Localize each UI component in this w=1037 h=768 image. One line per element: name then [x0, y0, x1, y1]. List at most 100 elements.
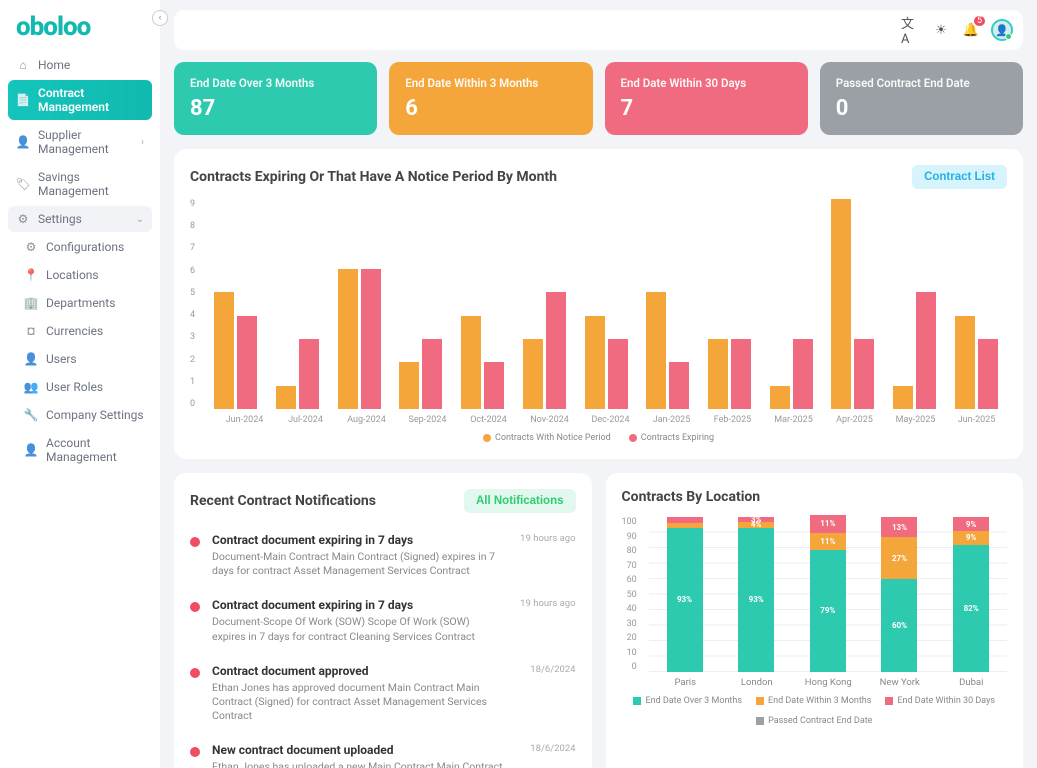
contract-list-button[interactable]: Contract List: [912, 165, 1007, 189]
kpi-value: 87: [190, 96, 361, 121]
sidebar-item-label: Settings: [38, 212, 82, 226]
bar-group: 82%9%9%: [935, 517, 1007, 672]
notification-list: Contract document expiring in 7 days Docu…: [190, 523, 576, 768]
legend-item: Contracts Expiring: [629, 433, 714, 443]
sidebar-item-savings-management[interactable]: 🏷 Savings Management: [8, 164, 152, 204]
legend-item: Passed Contract End Date: [756, 716, 872, 726]
pin-icon: 📍: [24, 268, 38, 282]
notification-item[interactable]: Contract document expiring in 7 daysDocu…: [190, 523, 576, 588]
sidebar-item-settings[interactable]: ⚙ Settings ⌄: [8, 206, 152, 232]
document-icon: 📄: [16, 93, 30, 107]
kpi-card[interactable]: Passed Contract End Date 0: [820, 62, 1023, 135]
status-dot: [190, 747, 200, 757]
bar-segment: 60%: [881, 579, 917, 672]
building-icon: 🏢: [24, 296, 38, 310]
sidebar-item-home[interactable]: ⌂ Home: [8, 52, 152, 78]
chart-title: Contracts Expiring Or That Have A Notice…: [190, 169, 557, 185]
kpi-card[interactable]: End Date Within 30 Days 7: [605, 62, 808, 135]
bar-group: [328, 199, 390, 409]
notification-desc: Ethan Jones has approved document Main C…: [212, 681, 512, 724]
bar: [708, 339, 728, 409]
notification-bell-icon[interactable]: 🔔5: [961, 20, 981, 40]
notifications-title: Recent Contract Notifications: [190, 493, 376, 509]
legend-item: End Date Within 3 Months: [756, 696, 871, 706]
sidebar-item-locations[interactable]: 📍Locations: [8, 262, 152, 288]
bar: [978, 339, 998, 409]
sidebar-collapse-button[interactable]: ‹: [152, 10, 168, 26]
bar-segment: 9%: [953, 531, 989, 545]
notification-badge: 5: [974, 16, 985, 26]
notification-timestamp: 19 hours ago: [520, 533, 575, 578]
sidebar-item-currencies[interactable]: ¤Currencies: [8, 318, 152, 344]
sidebar-item-configurations[interactable]: ⚙Configurations: [8, 234, 152, 260]
card-chart-monthly: Contracts Expiring Or That Have A Notice…: [174, 149, 1023, 459]
kpi-title: End Date Within 30 Days: [621, 76, 792, 90]
notification-item[interactable]: New contract document uploadedEthan Jone…: [190, 733, 576, 768]
sidebar-item-label: Contract Management: [38, 86, 144, 114]
bar-group: [575, 199, 637, 409]
bar: [461, 316, 481, 409]
sidebar-item-supplier-management[interactable]: 👤 Supplier Management ›: [8, 122, 152, 162]
kpi-card[interactable]: End Date Within 3 Months6: [389, 62, 592, 135]
sidebar-item-users[interactable]: 👤Users: [8, 346, 152, 372]
kpi-title: End Date Over 3 Months: [190, 76, 361, 90]
user-icon: 👤: [16, 135, 30, 149]
sidebar-item-contract-management[interactable]: 📄 Contract Management: [8, 80, 152, 120]
bar: [361, 269, 381, 409]
bar: [484, 362, 504, 409]
chart-legend: End Date Over 3 Months End Date Within 3…: [622, 696, 1008, 726]
bar: [422, 339, 442, 409]
user-icon: 👤: [24, 443, 38, 457]
notification-title: Contract document expiring in 7 days: [212, 598, 502, 612]
kpi-row: End Date Over 3 Months 87 End Date Within …: [174, 62, 1023, 135]
x-axis: Jun-2024Jul-2024Aug-2024Sep-2024Oct-2024…: [214, 409, 1007, 425]
x-tick: Dubai: [936, 672, 1008, 688]
avatar[interactable]: 👤: [991, 19, 1013, 41]
x-tick: Feb-2025: [702, 409, 763, 425]
x-tick: Jun-2024: [214, 409, 275, 425]
notification-item[interactable]: Contract document expiring in 7 days Docu…: [190, 588, 576, 653]
notification-desc: Ethan Jones has uploaded a new Main Cont…: [212, 760, 512, 768]
y-axis: 1009080706050403020100: [622, 517, 643, 672]
bar-segment: 13%: [881, 517, 917, 537]
kpi-title: Passed Contract End Date: [836, 76, 1007, 90]
bar-segment: 27%: [881, 537, 917, 579]
card-chart-location: Contracts By Location 100908070605040302…: [606, 473, 1024, 768]
bar-segment: 93%: [667, 528, 703, 672]
notification-timestamp: 18/6/2024: [530, 664, 575, 724]
sidebar-item-user-roles[interactable]: 👥User Roles: [8, 374, 152, 400]
notification-timestamp: 18/6/2024: [530, 743, 575, 768]
kpi-card[interactable]: End Date Over 3 Months 87: [174, 62, 377, 135]
x-tick: Oct-2024: [458, 409, 519, 425]
theme-icon[interactable]: ☀: [931, 20, 951, 40]
x-tick: New York: [864, 672, 936, 688]
bar: [770, 386, 790, 409]
kpi-value: 7: [621, 96, 792, 121]
bar: [585, 316, 605, 409]
chevron-right-icon: ›: [141, 137, 144, 148]
kpi-value: 0: [836, 96, 1007, 121]
sidebar-item-account-management[interactable]: 👤Account Management: [8, 430, 152, 470]
status-dot: [190, 537, 200, 547]
bar-segment: 11%: [810, 515, 846, 532]
sidebar-item-label: Company Settings: [46, 408, 144, 422]
translate-icon[interactable]: 文A: [901, 20, 921, 40]
kpi-title: End Date Within 3 Months: [405, 76, 576, 90]
x-tick: Sep-2024: [397, 409, 458, 425]
sidebar-item-company-settings[interactable]: 🔧Company Settings: [8, 402, 152, 428]
all-notifications-button[interactable]: All Notifications: [464, 489, 576, 513]
sidebar-item-departments[interactable]: 🏢Departments: [8, 290, 152, 316]
bar-group: 93%: [649, 517, 721, 672]
x-tick: Aug-2024: [336, 409, 397, 425]
chevron-down-icon: ⌄: [136, 214, 144, 225]
notification-item[interactable]: Contract document approvedEthan Jones ha…: [190, 654, 576, 734]
x-tick: Jun-2025: [946, 409, 1007, 425]
bar: [955, 316, 975, 409]
bar: [669, 362, 689, 409]
chart-title: Contracts By Location: [622, 489, 1008, 505]
notification-desc: Document-Main Contract Main Contract (Si…: [212, 550, 502, 578]
chart-plot: [205, 199, 1007, 409]
notification-desc: Document-Scope Of Work (SOW) Scope Of Wo…: [212, 615, 502, 643]
bar-group: [760, 199, 822, 409]
bar-segment: 9%: [953, 517, 989, 531]
